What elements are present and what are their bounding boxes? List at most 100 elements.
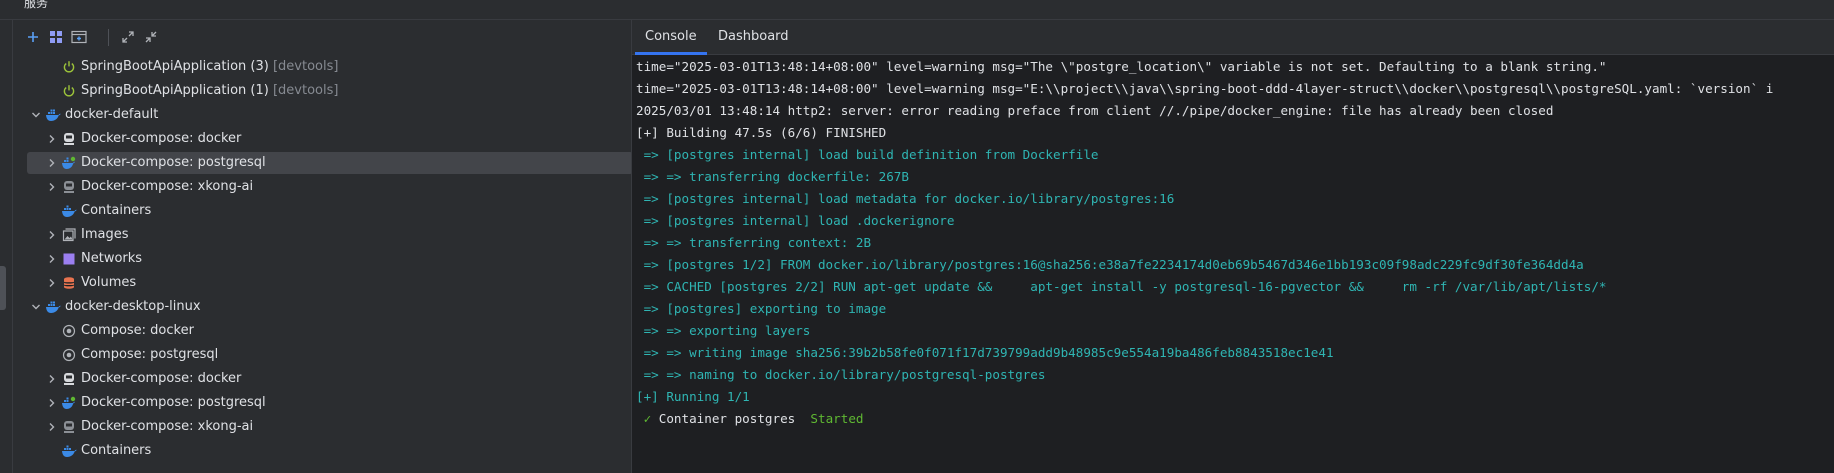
tree-item-text: Compose: docker: [81, 323, 194, 338]
console-line: time="2025-03-01T13:48:14+08:00" level=w…: [636, 56, 1607, 78]
left-tool-strip: [0, 20, 13, 473]
docker-icon: [45, 107, 61, 123]
tree-item-text: Docker-compose: postgresql: [81, 395, 266, 410]
tree-item-text: docker-default: [65, 107, 159, 122]
group-icon[interactable]: [46, 27, 66, 47]
toolbar-separator: [108, 29, 109, 46]
tree-item-hint: [devtools]: [272, 83, 339, 98]
tree-item[interactable]: Docker-compose: xkong-ai: [27, 416, 633, 438]
compose-group-icon: [61, 347, 77, 363]
tree-item[interactable]: Docker-compose: xkong-ai: [27, 176, 633, 198]
containers-icon: [61, 443, 77, 459]
console-text: Started: [810, 411, 864, 426]
compose-running-icon: [61, 155, 77, 171]
tree-item[interactable]: Images: [27, 224, 633, 246]
console-line: => => writing image sha256:39b2b58fe0f07…: [636, 342, 1334, 364]
tree-item-label: Compose: docker: [81, 323, 194, 339]
console-tabs: Console Dashboard: [632, 20, 1834, 55]
tree-item-label: Containers: [81, 443, 151, 459]
compose-dim-icon: [61, 419, 77, 435]
console-text: => => writing image sha256:39b2b58fe0f07…: [636, 345, 1334, 360]
chevron-right-icon[interactable]: [44, 227, 60, 243]
console-text: time="2025-03-01T13:48:14+08:00" level=w…: [636, 59, 1607, 74]
chevron-right-icon[interactable]: [44, 371, 60, 387]
chevron-down-icon[interactable]: [28, 107, 44, 123]
tree-item-label: docker-default: [65, 107, 158, 123]
tree-item-text: Docker-compose: docker: [81, 371, 242, 386]
tree-item-text: Containers: [81, 443, 152, 458]
console-line: => [postgres 1/2] FROM docker.io/library…: [636, 254, 1584, 276]
console-line: [+] Building 47.5s (6/6) FINISHED: [636, 122, 886, 144]
tree-item-text: Containers: [81, 203, 152, 218]
tree-item[interactable]: Containers: [27, 440, 633, 462]
tree-item[interactable]: docker-desktop-linux: [27, 296, 633, 318]
chevron-right-icon[interactable]: [44, 275, 60, 291]
tree-item-text: Docker-compose: docker: [81, 131, 242, 146]
docker-icon: [45, 299, 61, 315]
chevron-right-icon[interactable]: [44, 251, 60, 267]
collapse-all-icon[interactable]: [141, 27, 161, 47]
tree-item-label: Docker-compose: docker: [81, 371, 241, 387]
chevron-right-icon[interactable]: [44, 395, 60, 411]
tree-item-label: Images: [81, 227, 129, 243]
console-text: 2025/03/01 13:48:14 http2: server: error…: [636, 103, 1554, 118]
tree-item-hint: [devtools]: [272, 59, 339, 74]
tree-item[interactable]: SpringBootApiApplication (1) [devtools]: [27, 80, 633, 102]
tree-item-label: Docker-compose: postgresql: [81, 395, 266, 411]
services-tree-panel: SpringBootApiApplication (3) [devtools] S…: [13, 20, 640, 473]
console-line: ✓ Container postgres Started: [636, 408, 864, 430]
tree-item[interactable]: docker-default: [27, 104, 633, 126]
tree-item[interactable]: Docker-compose: docker: [27, 368, 633, 390]
tab-console[interactable]: Console: [635, 20, 707, 55]
compose-running-icon: [61, 395, 77, 411]
console-line: => CACHED [postgres 2/2] RUN apt-get upd…: [636, 276, 1607, 298]
console-text: => CACHED [postgres 2/2] RUN apt-get upd…: [636, 279, 1607, 294]
console-line: => [postgres internal] load build defini…: [636, 144, 1099, 166]
console-text: => [postgres internal] load .dockerignor…: [636, 213, 955, 228]
console-line: time="2025-03-01T13:48:14+08:00" level=w…: [636, 78, 1773, 100]
add-icon[interactable]: [23, 27, 43, 47]
tree-item-label: Containers: [81, 203, 151, 219]
tree-item-label: SpringBootApiApplication (3) [devtools]: [81, 59, 338, 75]
volumes-icon: [61, 275, 77, 291]
chevron-right-icon[interactable]: [44, 179, 60, 195]
console-line: 2025/03/01 13:48:14 http2: server: error…: [636, 100, 1553, 122]
console-text: => => exporting layers: [636, 323, 811, 338]
expand-all-icon[interactable]: [118, 27, 138, 47]
chevron-down-icon[interactable]: [28, 299, 44, 315]
console-line: => [postgres internal] load .dockerignor…: [636, 210, 955, 232]
tree-item-text: SpringBootApiApplication (3): [81, 59, 269, 74]
tree-item[interactable]: Containers: [27, 200, 633, 222]
console-line: => => transferring context: 2B: [636, 232, 871, 254]
compose-dim-icon: [61, 179, 77, 195]
compose-icon: [61, 131, 77, 147]
new-tab-icon[interactable]: [69, 27, 89, 47]
tree-item-text: Docker-compose: xkong-ai: [81, 179, 254, 194]
tree-item[interactable]: Docker-compose: docker: [27, 128, 633, 150]
console-line: [+] Running 1/1: [636, 386, 750, 408]
tree-item-label: Networks: [81, 251, 142, 267]
tree-item-label: Docker-compose: postgresql: [81, 155, 266, 171]
chevron-right-icon[interactable]: [44, 131, 60, 147]
tree-item[interactable]: Docker-compose: postgresql: [27, 392, 633, 414]
tool-window-handle[interactable]: [0, 266, 6, 310]
console-text: ✓: [636, 411, 659, 426]
tree-item-label: docker-desktop-linux: [65, 299, 201, 315]
tree-item-text: SpringBootApiApplication (1): [81, 83, 269, 98]
compose-icon: [61, 371, 77, 387]
tree-item[interactable]: Compose: postgresql: [27, 344, 633, 366]
tree-item[interactable]: Volumes: [27, 272, 633, 294]
tree-item[interactable]: Networks: [27, 248, 633, 270]
console-line: => [postgres] exporting to image: [636, 298, 887, 320]
tree-item[interactable]: SpringBootApiApplication (3) [devtools]: [27, 56, 633, 78]
console-line: => [postgres internal] load metadata for…: [636, 188, 1175, 210]
compose-group-icon: [61, 323, 77, 339]
chevron-right-icon[interactable]: [44, 419, 60, 435]
console-text: => [postgres internal] load metadata for…: [636, 191, 1175, 206]
tree-item[interactable]: Docker-compose: postgresql: [27, 152, 633, 174]
tree-item[interactable]: Compose: docker: [27, 320, 633, 342]
console-text: [+] Running 1/1: [636, 389, 750, 404]
chevron-right-icon[interactable]: [44, 155, 60, 171]
networks-icon: [61, 251, 77, 267]
tab-dashboard[interactable]: Dashboard: [718, 20, 789, 54]
